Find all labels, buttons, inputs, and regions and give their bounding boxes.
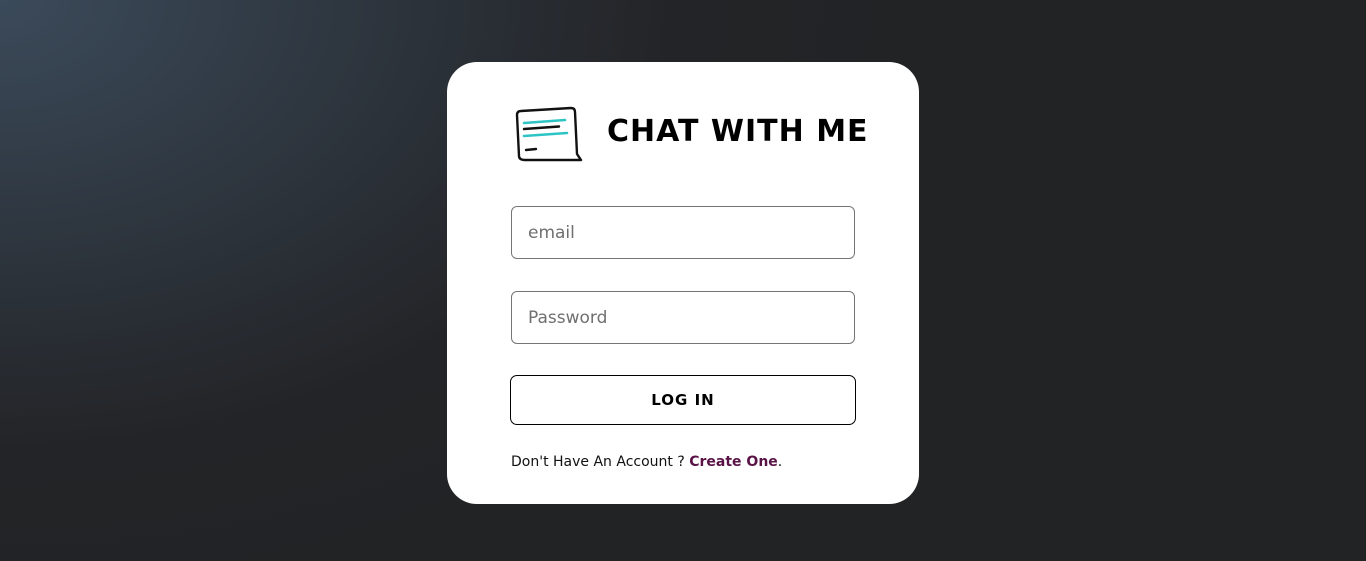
chat-bubble-icon [511,106,583,166]
create-account-link[interactable]: Create One [689,454,778,470]
brand-header: CHAT WITH ME [511,106,868,168]
app-title: CHAT WITH ME [607,114,869,149]
signup-prompt: Don't Have An Account ? Create One. [511,454,782,470]
email-input[interactable] [511,206,855,259]
password-input[interactable] [511,291,855,344]
login-button[interactable]: LOG IN [510,375,856,425]
login-card: CHAT WITH ME LOG IN Don't Have An Accoun… [447,62,919,504]
signup-prompt-text: Don't Have An Account ? [511,454,690,470]
signup-suffix: . [777,454,783,470]
